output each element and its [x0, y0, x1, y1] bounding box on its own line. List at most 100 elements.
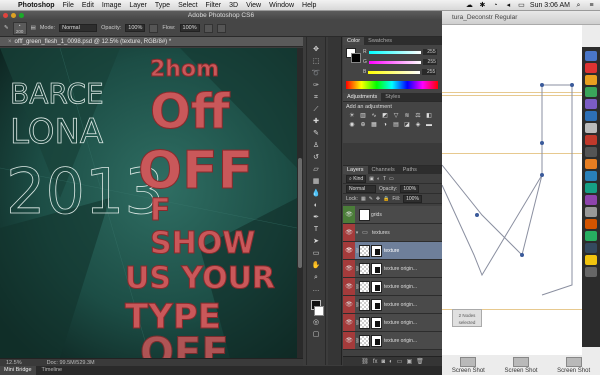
app-icon[interactable] — [585, 243, 597, 253]
app-icon[interactable] — [585, 207, 597, 217]
opacity-field[interactable]: 100% — [125, 24, 146, 32]
screenshot-file[interactable]: Screen Shot — [557, 357, 590, 374]
type-tool-icon[interactable]: T — [310, 225, 322, 235]
new-group-icon[interactable]: ▭ — [397, 357, 403, 366]
menu-photoshop[interactable]: Photoshop — [14, 2, 59, 9]
layer-name[interactable]: grids — [371, 212, 382, 218]
shape-tool-icon[interactable]: ▭ — [310, 249, 322, 259]
finder-icon[interactable] — [585, 51, 597, 61]
layer-row-grids[interactable]: 👁 grids — [343, 206, 442, 224]
layer-group-textures[interactable]: 👁 ▾ ▭ textures — [343, 224, 442, 242]
layer-opacity-field[interactable]: 100% — [400, 184, 420, 193]
slider-track[interactable] — [368, 70, 421, 74]
slider-track[interactable] — [368, 50, 421, 54]
layer-fill-field[interactable]: 100% — [403, 194, 422, 203]
quick-mask-icon[interactable]: ◎ — [310, 318, 322, 328]
blur-tool-icon[interactable]: 💧 — [310, 189, 322, 199]
layer-row-texture[interactable]: 👁 ⛓ texture — [343, 242, 442, 260]
more-tools-icon[interactable]: … — [310, 285, 322, 295]
app-icon[interactable] — [585, 63, 597, 73]
tab-paths[interactable]: Paths — [399, 166, 421, 174]
menu-window[interactable]: Window — [265, 2, 298, 9]
visibility-eye-icon[interactable]: 👁 — [343, 296, 355, 313]
layer-name[interactable]: texture origin... — [384, 338, 417, 344]
path-select-tool-icon[interactable]: ➤ — [310, 237, 322, 247]
menu-type[interactable]: Type — [151, 2, 174, 9]
menu-layer[interactable]: Layer — [125, 2, 151, 9]
menu-filter[interactable]: Filter — [202, 2, 226, 9]
battery-icon[interactable]: ▭ — [517, 2, 526, 9]
eyedropper-tool-icon[interactable]: ⟋ — [310, 105, 322, 115]
invert-icon[interactable]: ◑ — [380, 121, 390, 129]
layer-row-texture-original[interactable]: 👁 ⛓ texture origin... — [343, 314, 442, 332]
artwork[interactable]: BARCE LONA 2013 2hom Off OFF F SHOW US Y… — [0, 48, 297, 358]
screen-mode-icon[interactable]: ▢ — [310, 330, 322, 340]
app-icon[interactable] — [585, 171, 597, 181]
app-icon[interactable] — [585, 123, 597, 133]
selective-color-icon[interactable]: ◈ — [413, 121, 423, 129]
airbrush-toggle[interactable] — [203, 23, 213, 33]
minimize-icon[interactable] — [11, 13, 16, 18]
vibrance-icon[interactable]: ▽ — [391, 112, 401, 120]
color-slider-b[interactable]: B 255 — [363, 69, 437, 75]
pressure-opacity-toggle[interactable] — [149, 23, 159, 33]
link-layers-icon[interactable]: ⛓ — [361, 357, 369, 366]
app-icon[interactable] — [585, 75, 597, 85]
app-icon[interactable] — [585, 219, 597, 229]
color-slider-r[interactable]: R 255 — [363, 49, 437, 55]
tab-layers[interactable]: Layers — [343, 166, 368, 174]
menu-select[interactable]: Select — [174, 2, 201, 9]
menubar-clock[interactable]: Sun 3:06 AM — [530, 2, 570, 9]
app-icon[interactable] — [585, 195, 597, 205]
photo-filter-icon[interactable]: ◉ — [347, 121, 357, 129]
trash-icon[interactable] — [585, 267, 597, 277]
crop-tool-icon[interactable]: ⌗ — [310, 93, 322, 103]
layer-name[interactable]: textures — [372, 230, 390, 236]
menu-view[interactable]: View — [242, 2, 265, 9]
zoom-icon[interactable] — [19, 13, 24, 18]
app-icon[interactable] — [585, 255, 597, 265]
glyph-outline[interactable] — [442, 25, 582, 355]
layer-name[interactable]: texture origin... — [384, 266, 417, 272]
brush-tool-icon[interactable]: ✎ — [310, 129, 322, 139]
layer-name[interactable]: texture origin... — [384, 302, 417, 308]
document-size[interactable]: Doc: 99.5M/529.3M — [47, 359, 95, 366]
black-white-icon[interactable]: ◧ — [424, 112, 434, 120]
menu-file[interactable]: File — [59, 2, 78, 9]
trash-icon[interactable]: 🗑 — [416, 357, 424, 366]
app-icon[interactable] — [585, 183, 597, 193]
document-tab[interactable]: × offf_green_flesh_1_0098.psd @ 12.5% (te… — [0, 37, 303, 47]
app-icon[interactable] — [585, 135, 597, 145]
pressure-size-toggle[interactable] — [216, 23, 226, 33]
tab-swatches[interactable]: Swatches — [364, 37, 396, 45]
move-tool-icon[interactable]: ✥ — [310, 45, 322, 55]
panel-background-swatch[interactable] — [351, 53, 361, 63]
search-icon[interactable]: ⌕ — [574, 2, 583, 9]
app-icon[interactable] — [585, 147, 597, 157]
layer-mask-thumbnail[interactable] — [371, 316, 382, 329]
bluetooth-icon[interactable]: ✱ — [478, 2, 487, 9]
document-canvas[interactable]: BARCE LONA 2013 2hom Off OFF F SHOW US Y… — [0, 48, 303, 364]
posterize-icon[interactable]: ▤ — [391, 121, 401, 129]
tab-adjustments[interactable]: Adjustments — [343, 93, 382, 101]
tab-color[interactable]: Color — [343, 37, 365, 45]
history-brush-tool-icon[interactable]: ↺ — [310, 153, 322, 163]
visibility-eye-icon[interactable]: 👁 — [343, 332, 355, 349]
levels-icon[interactable]: ▥ — [358, 112, 368, 120]
color-slider-g[interactable]: G 255 — [363, 59, 437, 65]
app-icon[interactable] — [585, 231, 597, 241]
lock-all-icon[interactable]: 🔒 — [383, 196, 389, 202]
color-spectrum[interactable] — [346, 81, 438, 89]
menu-3d[interactable]: 3D — [225, 2, 242, 9]
lock-position-icon[interactable]: ✥ — [376, 196, 380, 202]
visibility-eye-icon[interactable]: 👁 — [343, 260, 355, 277]
pen-tool-icon[interactable]: ✒ — [310, 213, 322, 223]
visibility-eye-icon[interactable]: 👁 — [343, 314, 355, 331]
mode-select[interactable]: Normal — [59, 24, 98, 32]
layer-mask-thumbnail[interactable] — [371, 262, 382, 275]
tab-mini-bridge[interactable]: Mini Bridge — [0, 366, 36, 375]
zoom-tool-icon[interactable]: ⌕ — [310, 273, 322, 283]
layer-row-texture-original[interactable]: 👁 ⛓ texture origin... — [343, 296, 442, 314]
slider-value[interactable]: 255 — [422, 59, 437, 65]
hand-tool-icon[interactable]: ✋ — [310, 261, 322, 271]
